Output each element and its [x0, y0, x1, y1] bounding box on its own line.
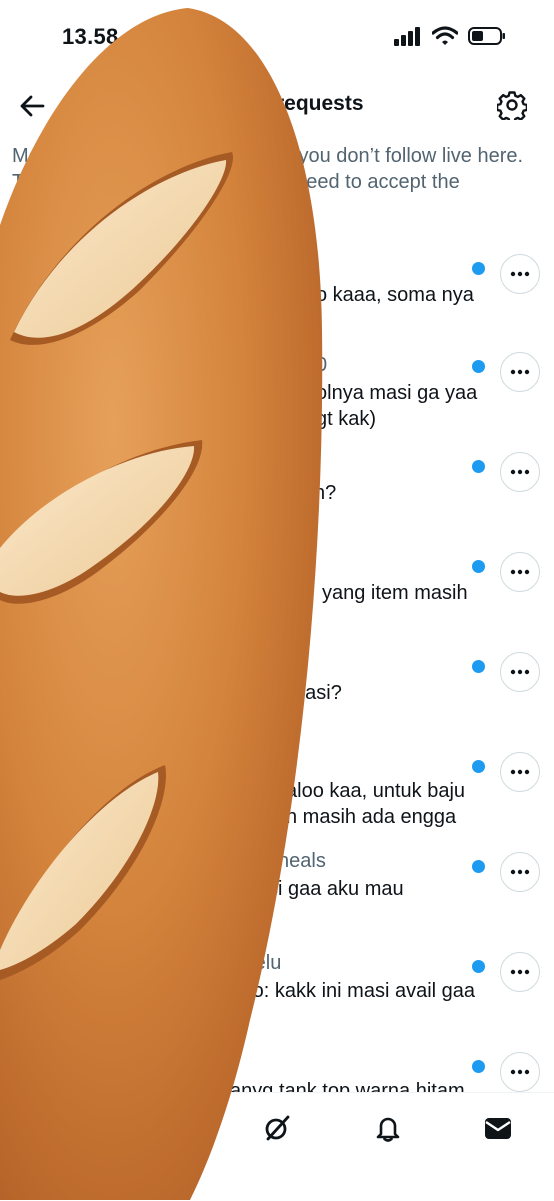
intro-line2-end: need to accept the	[295, 171, 460, 193]
sender-name: yheals	[268, 850, 326, 872]
header: requests	[0, 76, 554, 134]
sender-name: lyj	[300, 256, 319, 278]
notifications-icon[interactable]	[373, 1113, 403, 1143]
sender-name: 0	[316, 354, 328, 376]
more-options-icon	[510, 369, 530, 375]
list-item[interactable]: h?	[0, 452, 554, 552]
list-item[interactable]: lyj o kaaa, soma nya	[0, 254, 554, 354]
message-preview: aloo kaa, untuk baju n masih ada engga	[286, 780, 466, 828]
unread-dot-icon	[472, 660, 485, 673]
more-options-button[interactable]	[500, 752, 540, 792]
list-item[interactable]: yang item masih	[0, 552, 554, 652]
more-options-icon	[510, 271, 530, 277]
more-options-button[interactable]	[500, 652, 540, 692]
wifi-icon	[432, 26, 458, 45]
intro-line1-start: Mes	[12, 145, 50, 167]
more-options-icon	[510, 969, 530, 975]
list-item[interactable]: 0 olnya masi ga yaa gt kak)	[0, 352, 554, 452]
back-arrow-icon[interactable]	[18, 92, 46, 120]
more-options-button[interactable]	[500, 1052, 540, 1092]
unread-dot-icon	[472, 460, 485, 473]
gear-icon[interactable]	[497, 90, 527, 120]
message-preview: olnya masi ga yaa gt kak)	[316, 382, 478, 430]
intro-line3-start: re	[12, 197, 30, 219]
more-options-icon	[510, 1069, 530, 1075]
page-title: requests	[276, 92, 364, 115]
unread-dot-icon	[472, 860, 485, 873]
unread-dot-icon	[472, 262, 485, 275]
unread-dot-icon	[472, 1060, 485, 1073]
intro-line1-end: e you don’t follow live here.	[281, 145, 524, 167]
signal-icon	[394, 27, 420, 46]
status-icons	[394, 26, 506, 46]
unread-dot-icon	[472, 360, 485, 373]
messages-icon[interactable]	[483, 1113, 513, 1143]
unread-dot-icon	[472, 560, 485, 573]
sender-name: thelu	[238, 952, 282, 974]
unread-dot-icon	[472, 760, 485, 773]
list-item[interactable]: yheals si gaa aku mau	[0, 850, 554, 952]
more-options-button[interactable]	[500, 552, 540, 592]
battery-icon	[468, 27, 505, 45]
more-options-button[interactable]	[500, 452, 540, 492]
search-icon[interactable]	[150, 1113, 180, 1143]
list-item[interactable]: thelu oto: kakk ini masi avail gaa	[0, 952, 554, 1052]
more-options-button[interactable]	[500, 254, 540, 294]
list-item[interactable]: nasi?	[0, 652, 554, 752]
more-options-icon	[510, 869, 530, 875]
sender-name: roo20	[186, 1052, 238, 1074]
bottom-nav	[0, 1092, 554, 1201]
status-bar: 13.58	[0, 0, 554, 72]
list-item[interactable]: aloo kaa, untuk baju n masih ada engga	[0, 752, 554, 852]
more-options-icon	[510, 769, 530, 775]
requests-intro-text: Mes e you don’t follow live here. To need …	[12, 143, 542, 221]
status-time: 13.58	[62, 24, 119, 49]
more-options-icon	[510, 669, 530, 675]
more-options-icon	[510, 469, 530, 475]
more-options-button[interactable]	[500, 352, 540, 392]
more-options-button[interactable]	[500, 852, 540, 892]
more-options-icon	[510, 569, 530, 575]
more-options-button[interactable]	[500, 952, 540, 992]
intro-line2-start: To	[12, 171, 34, 193]
grok-icon[interactable]	[262, 1113, 292, 1143]
unread-dot-icon	[472, 960, 485, 973]
